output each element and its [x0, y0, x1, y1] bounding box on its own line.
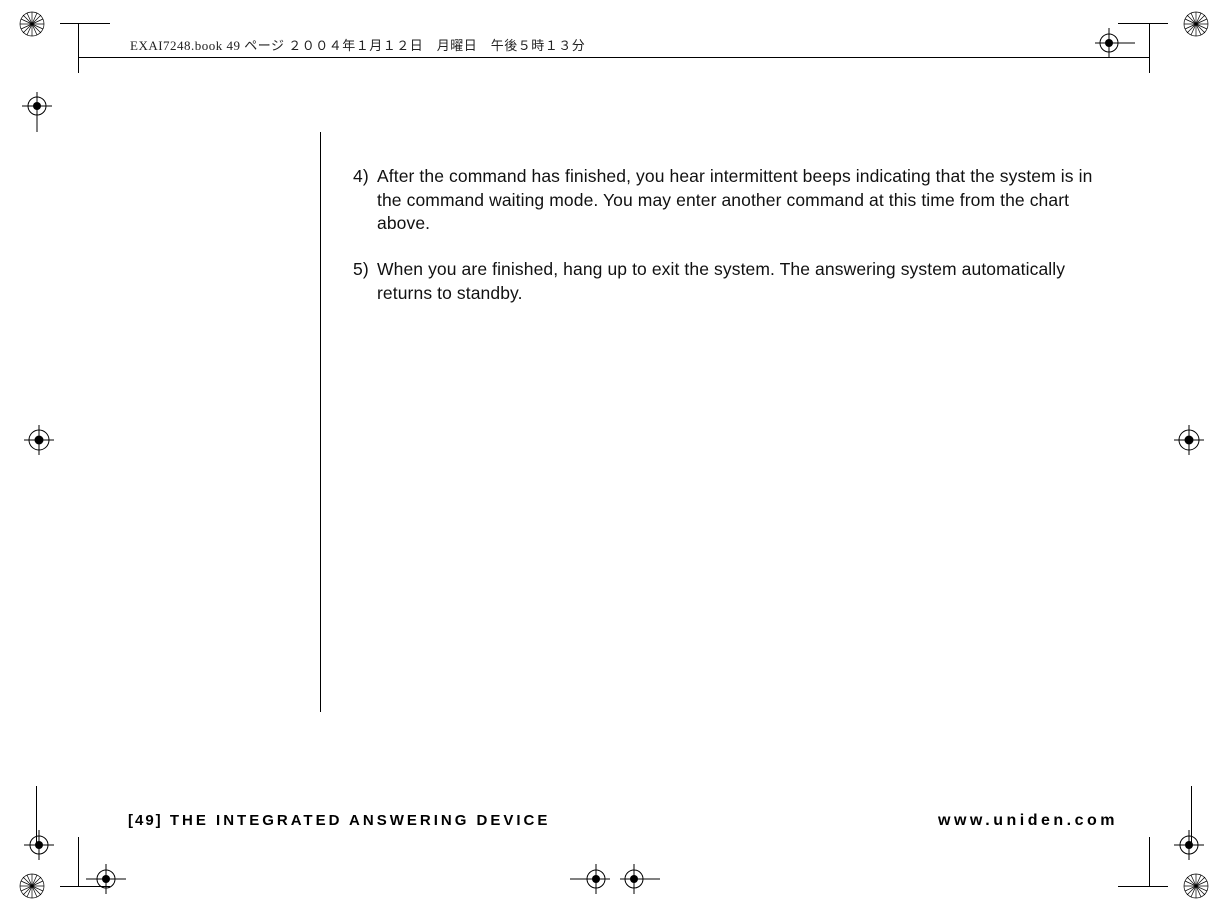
- registration-cross-icon: [86, 864, 126, 894]
- section-title: THE INTEGRATED ANSWERING DEVICE: [170, 812, 551, 829]
- crop-line: [78, 57, 1150, 58]
- list-item-number: 5): [353, 258, 377, 305]
- crop-line: [78, 23, 79, 73]
- reg-mark-br: [1182, 872, 1210, 900]
- sunburst-icon: [1182, 872, 1210, 900]
- page-number: [49]: [128, 812, 163, 829]
- reg-mark-tl: [18, 10, 46, 38]
- reg-mark-bl: [18, 872, 46, 900]
- crop-line: [60, 886, 110, 887]
- section-divider: [320, 132, 321, 712]
- registration-cross-icon: [1174, 830, 1204, 860]
- crop-line: [78, 837, 79, 887]
- crop-line: [1149, 23, 1150, 73]
- registration-cross-icon: [570, 864, 610, 894]
- list-item-text: When you are finished, hang up to exit t…: [377, 258, 1113, 305]
- registration-cross-icon: [24, 830, 54, 860]
- list-item-text: After the command has finished, you hear…: [377, 165, 1113, 236]
- crop-line: [1118, 886, 1168, 887]
- reg-mark-tr: [1182, 10, 1210, 38]
- footer-url: www.uniden.com: [938, 812, 1118, 830]
- registration-cross-icon: [24, 425, 54, 455]
- registration-cross-icon: [1095, 28, 1135, 58]
- sunburst-icon: [18, 10, 46, 38]
- sunburst-icon: [1182, 10, 1210, 38]
- print-header-text: EXAI7248.book 49 ページ ２００４年１月１２日 月曜日 午後５時…: [130, 35, 585, 54]
- crop-line: [60, 23, 110, 24]
- crop-line: [1149, 837, 1150, 887]
- registration-cross-icon: [22, 92, 52, 132]
- registration-cross-icon: [620, 864, 660, 894]
- sunburst-icon: [18, 872, 46, 900]
- instruction-list: 4) After the command has finished, you h…: [353, 165, 1113, 327]
- crop-line: [1118, 23, 1168, 24]
- page-footer: [49] THE INTEGRATED ANSWERING DEVICE www…: [128, 812, 1118, 830]
- registration-cross-icon: [1174, 425, 1204, 455]
- list-item: 5) When you are finished, hang up to exi…: [353, 258, 1113, 305]
- list-item: 4) After the command has finished, you h…: [353, 165, 1113, 236]
- footer-left: [49] THE INTEGRATED ANSWERING DEVICE: [128, 812, 550, 829]
- list-item-number: 4): [353, 165, 377, 236]
